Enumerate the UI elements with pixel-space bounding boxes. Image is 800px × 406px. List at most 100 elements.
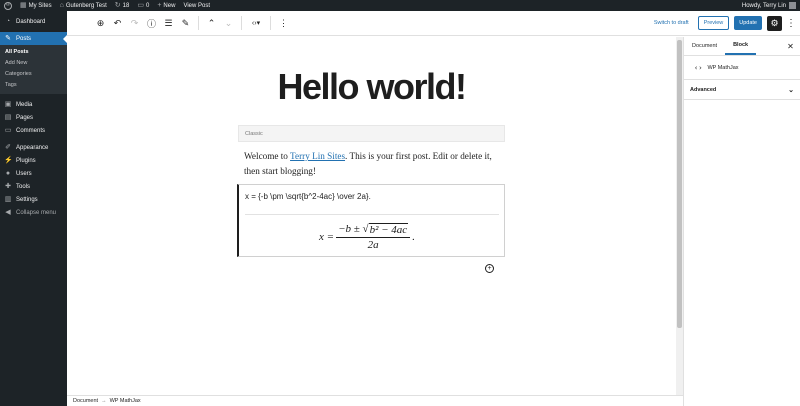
sidebar-item-plugins[interactable]: ⚡ Plugins xyxy=(0,154,67,167)
block-card-title: WP MathJax xyxy=(707,64,739,71)
settings-toggle-button[interactable]: ⚙ xyxy=(767,15,782,31)
sidebar-item-settings[interactable]: ▥ Settings xyxy=(0,193,67,206)
sidebar-item-appearance[interactable]: ✐ Appearance xyxy=(0,141,67,154)
view-post-link[interactable]: View Post xyxy=(179,0,214,11)
code-brackets-icon: ‹›▾ xyxy=(251,20,261,27)
admin-sidebar: ◔ Dashboard ✎ Posts All Posts Add New Ca… xyxy=(0,11,67,406)
inline-add-block-button[interactable]: + xyxy=(485,264,494,273)
preview-button[interactable]: Preview xyxy=(697,16,730,30)
wp-logo-menu[interactable]: W xyxy=(0,0,16,11)
tab-block[interactable]: Block xyxy=(725,37,757,55)
settings-sidebar: Document Block ✕ ‹› WP MathJax Advanced … xyxy=(683,37,800,406)
toolbar-divider xyxy=(198,16,199,30)
mathjax-block[interactable]: x = {-b \pm \sqrt{b^2-4ac} \over 2a}. x … xyxy=(237,184,505,257)
gear-icon: ⚙ xyxy=(770,17,779,28)
move-down-button[interactable]: ⌄ xyxy=(220,15,237,32)
my-sites-menu[interactable]: ▦ My Sites xyxy=(16,0,56,11)
dashboard-icon: ◔ xyxy=(5,18,11,25)
chevron-down-icon: ⌄ xyxy=(788,86,794,94)
comments-count: 0 xyxy=(145,2,150,9)
post-paragraph[interactable]: Welcome to Terry Lin Sites. This is your… xyxy=(244,149,506,179)
site-name-menu[interactable]: ⌂ Gutenberg Test xyxy=(56,0,111,11)
collapse-arrow-icon: ◀ xyxy=(5,209,11,216)
tex-source-input[interactable]: x = {-b \pm \sqrt{b^2-4ac} \over 2a}. xyxy=(245,192,371,201)
content-info-button[interactable]: ⓘ xyxy=(143,15,160,32)
plus-icon: + xyxy=(157,2,162,9)
media-icon: ▣ xyxy=(4,101,12,108)
my-account-menu[interactable]: Howdy, Terry Lin xyxy=(742,2,800,9)
site-name-label: Gutenberg Test xyxy=(65,2,107,9)
breadcrumb-separator: → xyxy=(101,398,107,404)
editor-canvas: Hello world! Classic Welcome to Terry Li… xyxy=(67,37,676,395)
mathjax-divider xyxy=(245,214,499,215)
settings-icon: ▥ xyxy=(4,196,12,203)
pushpin-icon: ✎ xyxy=(5,35,11,42)
updates-menu[interactable]: ↻ 18 xyxy=(111,0,134,11)
sidebar-item-dashboard[interactable]: ◔ Dashboard xyxy=(0,15,67,28)
sidebar-item-pages[interactable]: ▤ Pages xyxy=(0,111,67,124)
advanced-panel-label: Advanced xyxy=(690,86,717,93)
pencil-icon: ✎ xyxy=(181,17,190,28)
list-icon: ☰ xyxy=(164,17,173,28)
view-post-label: View Post xyxy=(183,2,211,9)
submenu-all-posts[interactable]: All Posts xyxy=(0,47,67,58)
scrollbar-thumb[interactable] xyxy=(677,40,682,328)
more-block-options-button[interactable]: ⋮ xyxy=(275,15,292,32)
switch-to-draft-button[interactable]: Switch to draft xyxy=(650,20,693,26)
users-icon: ● xyxy=(5,170,11,177)
sidebar-item-tools[interactable]: ✚ Tools xyxy=(0,180,67,193)
comments-menu[interactable]: ▭ 0 xyxy=(133,0,153,11)
site-link[interactable]: Terry Lin Sites xyxy=(290,151,345,161)
home-icon: ⌂ xyxy=(59,2,64,9)
classic-block-toolbar[interactable]: Classic xyxy=(238,125,505,142)
toolbar-divider xyxy=(270,16,271,30)
sidebar-item-label: Comments xyxy=(16,127,46,134)
sidebar-item-label: Pages xyxy=(16,114,34,121)
close-icon: ✕ xyxy=(787,41,794,51)
new-content-menu[interactable]: + New xyxy=(153,0,179,11)
info-icon: ⓘ xyxy=(146,18,156,29)
block-type-switcher[interactable]: ‹›▾ xyxy=(246,15,266,32)
canvas-scrollbar[interactable] xyxy=(676,37,683,395)
admin-bar: W ▦ My Sites ⌂ Gutenberg Test ↻ 18 ▭ 0 +… xyxy=(0,0,800,11)
updates-count: 18 xyxy=(122,2,130,9)
submenu-tags[interactable]: Tags xyxy=(0,80,67,91)
pages-icon: ▤ xyxy=(4,114,12,121)
tools-button[interactable]: ✎ xyxy=(177,15,194,32)
close-settings-button[interactable]: ✕ xyxy=(781,37,800,55)
update-button[interactable]: Update xyxy=(734,16,762,30)
header-actions: Switch to draft Preview Update ⚙ ⋮ xyxy=(650,15,800,31)
sidebar-item-label: Plugins xyxy=(16,157,36,164)
redo-button[interactable]: ↷ xyxy=(126,15,143,32)
more-tools-button[interactable]: ⋮ xyxy=(786,18,796,29)
sidebar-item-posts[interactable]: ✎ Posts xyxy=(0,32,67,45)
formula-lhs: x = xyxy=(319,231,335,243)
plus-icon: + xyxy=(487,265,492,272)
undo-button[interactable]: ↶ xyxy=(109,15,126,32)
formula-numerator: −b ± √ b² − 4ac xyxy=(336,223,410,237)
advanced-panel-toggle[interactable]: Advanced ⌄ xyxy=(684,80,800,100)
collapse-menu-button[interactable]: ◀ Collapse menu xyxy=(0,206,67,219)
move-up-button[interactable]: ⌃ xyxy=(203,15,220,32)
more-vertical-icon: ⋮ xyxy=(279,17,288,28)
breadcrumb-document[interactable]: Document xyxy=(73,398,98,404)
chevron-down-icon: ⌄ xyxy=(224,17,233,28)
tab-document[interactable]: Document xyxy=(684,37,725,55)
block-navigation-button[interactable]: ☰ xyxy=(160,15,177,32)
sidebar-item-users[interactable]: ● Users xyxy=(0,167,67,180)
submenu-categories[interactable]: Categories xyxy=(0,69,67,80)
howdy-label: Howdy, Terry Lin xyxy=(741,2,786,9)
my-sites-icon: ▦ xyxy=(20,2,27,9)
breadcrumb: Document → WP MathJax xyxy=(67,395,683,406)
sidebar-item-media[interactable]: ▣ Media xyxy=(0,98,67,111)
editor-toolbar: ⊕ ↶ ↷ ⓘ ☰ ✎ ⌃ ⌄ ‹›▾ ⋮ Switch to draft Pr… xyxy=(67,11,800,36)
paragraph-text-before: Welcome to xyxy=(244,151,291,161)
comments-icon: ▭ xyxy=(4,127,12,134)
sidebar-item-label: Dashboard xyxy=(16,18,46,25)
breadcrumb-current[interactable]: WP MathJax xyxy=(110,398,141,404)
submenu-add-new[interactable]: Add New xyxy=(0,58,67,69)
sidebar-item-comments[interactable]: ▭ Comments xyxy=(0,124,67,137)
add-block-button[interactable]: ⊕ xyxy=(92,15,109,32)
post-title[interactable]: Hello world! xyxy=(67,66,676,108)
